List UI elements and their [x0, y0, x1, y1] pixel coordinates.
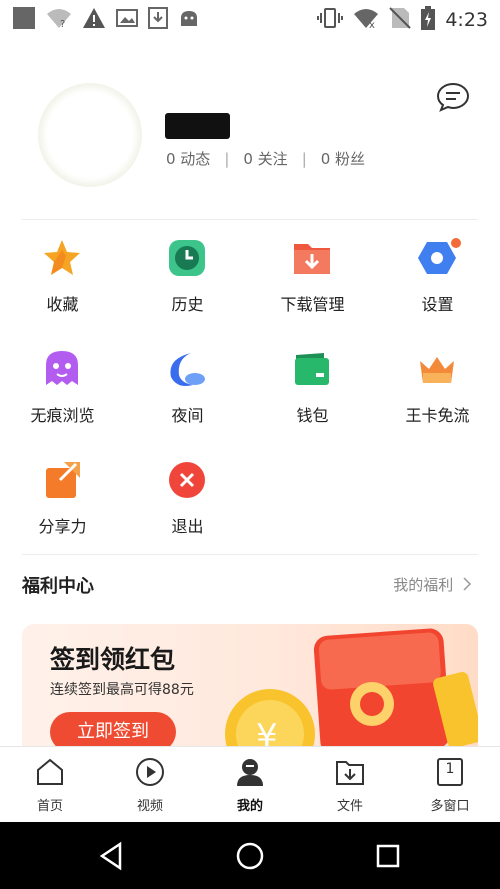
warning-icon	[82, 7, 106, 33]
stat-following[interactable]: 0 关注	[243, 148, 287, 169]
tab-label: 首页	[36, 799, 63, 814]
status-bar: ? x 4:23	[0, 0, 500, 36]
grid-label: 设置	[421, 295, 454, 314]
android-icon	[178, 8, 200, 32]
banner-subtitle: 连续签到最高可得88元	[50, 682, 194, 698]
tab-label: 视频	[136, 799, 163, 814]
tab-video[interactable]: 视频	[100, 747, 200, 823]
grid-item-history[interactable]: 历史	[125, 236, 250, 326]
profile-stats: 0 动态 | 0 关注 | 0 粉丝	[166, 148, 365, 169]
notification-square-icon	[12, 6, 36, 34]
crown-icon	[417, 349, 457, 389]
download-icon	[148, 7, 168, 33]
grid-item-favorites[interactable]: 收藏	[0, 236, 125, 326]
grid-item-downloads[interactable]: 下载管理	[250, 236, 375, 326]
svg-text:¥: ¥	[256, 717, 278, 746]
checkin-button[interactable]: 立即签到	[50, 712, 176, 746]
moon-icon	[167, 349, 207, 389]
folder-icon	[335, 757, 365, 787]
exit-icon	[167, 460, 207, 500]
stat-separator: |	[301, 149, 307, 168]
tab-home[interactable]: 首页	[0, 747, 100, 823]
grid-item-share[interactable]: 分享力	[0, 458, 125, 548]
status-time: 4:23	[445, 9, 488, 31]
grid-label: 钱包	[296, 406, 329, 425]
bottom-tab-bar: 首页 视频 我的 文件 1 多窗口	[0, 746, 500, 822]
tab-multi-window[interactable]: 1 多窗口	[400, 747, 500, 823]
no-sim-icon	[389, 7, 412, 33]
settings-hexagon-icon	[417, 238, 461, 278]
clock-icon	[167, 238, 207, 278]
profile-header: 0 动态 | 0 关注 | 0 粉丝	[0, 36, 500, 219]
chevron-right-icon	[458, 576, 472, 594]
grid-item-settings[interactable]: 设置	[375, 236, 500, 326]
tab-mine[interactable]: 我的	[200, 747, 300, 823]
tab-label: 文件	[336, 799, 363, 814]
grid-label: 分享力	[38, 517, 87, 536]
recents-icon[interactable]	[372, 840, 404, 872]
my-welfare-label: 我的福利	[393, 576, 454, 594]
red-envelope-icon: ¥	[222, 624, 478, 746]
grid-item-night[interactable]: 夜间	[125, 347, 250, 437]
avatar[interactable]	[38, 83, 142, 187]
grid-item-king-card[interactable]: 王卡免流	[375, 347, 500, 437]
grid-label: 退出	[171, 517, 204, 536]
username-redacted[interactable]	[165, 113, 230, 139]
home-icon	[35, 757, 65, 787]
stat-posts[interactable]: 0 动态	[166, 148, 210, 169]
my-welfare-link[interactable]: 我的福利	[393, 574, 472, 595]
back-icon[interactable]	[96, 840, 128, 872]
share-icon	[42, 460, 82, 500]
grid-item-wallet[interactable]: 钱包	[250, 347, 375, 437]
grid-item-exit[interactable]: 退出	[125, 458, 250, 548]
divider	[22, 554, 478, 555]
grid-label: 无痕浏览	[30, 406, 95, 425]
image-icon	[116, 8, 138, 32]
welfare-title: 福利中心	[22, 576, 94, 597]
message-icon[interactable]	[436, 82, 470, 112]
download-folder-icon	[292, 238, 332, 278]
svg-text:x: x	[369, 20, 375, 29]
grid-label: 夜间	[171, 406, 204, 425]
wifi-icon: x	[353, 7, 379, 33]
wallet-icon	[292, 349, 332, 389]
tab-label: 我的	[236, 799, 263, 814]
tab-label: 多窗口	[430, 799, 470, 814]
play-icon	[135, 757, 165, 787]
divider	[22, 219, 478, 220]
stat-followers[interactable]: 0 粉丝	[321, 148, 365, 169]
ghost-icon	[42, 349, 82, 389]
checkin-banner[interactable]: 签到领红包 连续签到最高可得88元 立即签到 ¥	[22, 624, 478, 746]
vibrate-icon	[317, 7, 344, 33]
grid-label: 王卡免流	[405, 406, 470, 425]
grid-label: 历史	[171, 295, 204, 314]
star-icon	[42, 238, 82, 278]
wifi-question-icon: ?	[46, 7, 72, 33]
battery-charging-icon	[421, 6, 436, 34]
grid-label: 收藏	[46, 295, 79, 314]
banner-title: 签到领红包	[50, 645, 176, 674]
window-count-icon: 1	[435, 757, 465, 787]
user-icon	[235, 757, 265, 787]
svg-text:?: ?	[60, 19, 65, 29]
tab-files[interactable]: 文件	[300, 747, 400, 823]
grid-label: 下载管理	[280, 295, 345, 314]
window-count: 1	[445, 761, 455, 777]
home-circle-icon[interactable]	[234, 840, 266, 872]
system-navigation-bar	[0, 822, 500, 889]
grid-item-incognito[interactable]: 无痕浏览	[0, 347, 125, 437]
stat-separator: |	[224, 149, 230, 168]
